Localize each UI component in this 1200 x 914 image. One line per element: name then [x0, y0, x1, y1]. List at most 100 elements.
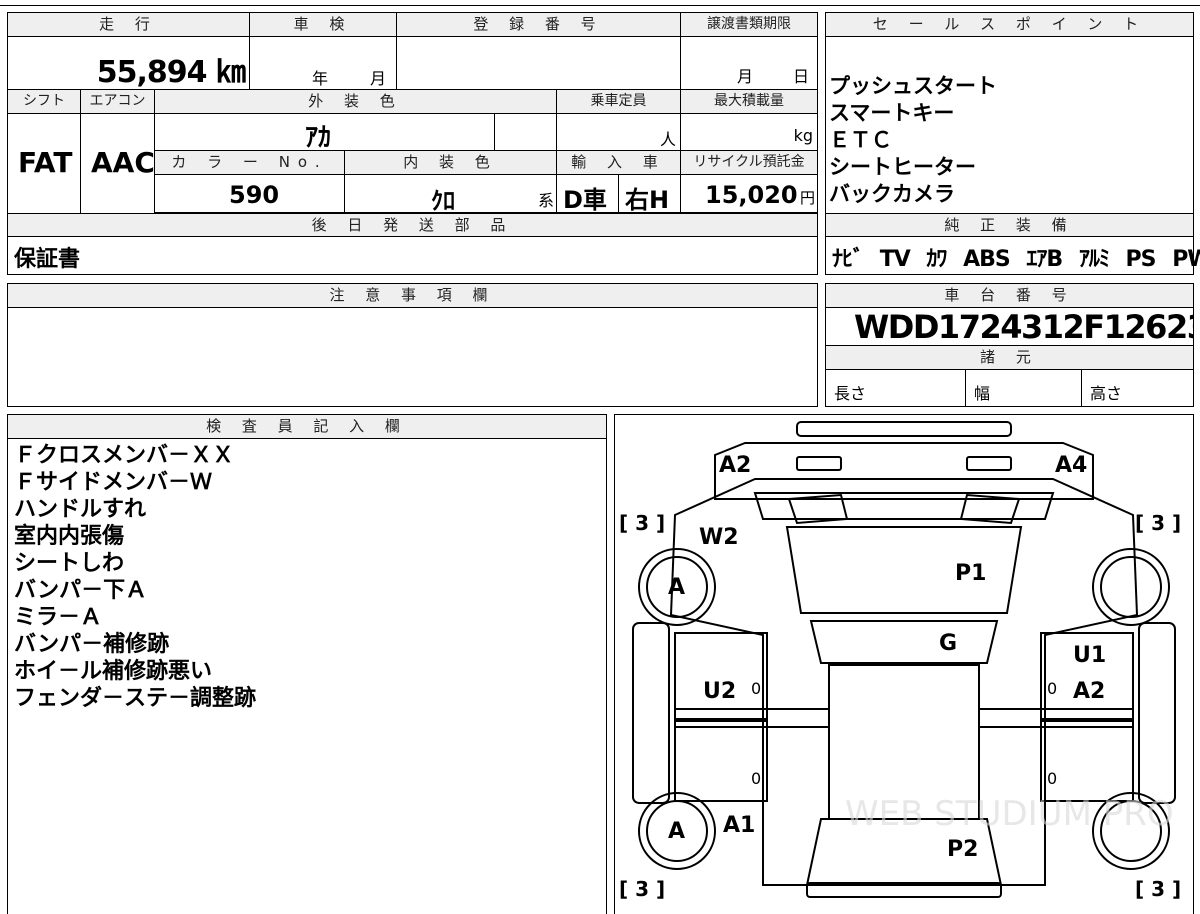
spec-height: 高さ — [1090, 384, 1123, 403]
interior-value: ｸﾛ — [431, 187, 455, 213]
car-diagram-box: WEB STUDIUM PRO A2 A4 W2 P1 G U1 U2 A2 A… — [614, 414, 1194, 914]
label-tire-front-right: [ 3 ] — [1135, 511, 1182, 535]
capacity-unit: 人 — [659, 130, 676, 149]
capacity-cell: 人 — [557, 114, 681, 151]
label-u2: U2 — [703, 679, 737, 704]
sales-point: プッシュスタート — [829, 74, 997, 98]
shift-value: FAT — [18, 146, 73, 179]
label-tire-rear-right: [ 3 ] — [1135, 877, 1182, 901]
import-d-value: D車 — [563, 186, 607, 213]
import-header: 輸 入 車 — [557, 151, 681, 175]
equipment-item: ﾅﾋﾞ — [832, 247, 864, 272]
sales-list: プッシュスタート スマートキー ＥＴＣ シートヒーター バックカメラ — [829, 73, 997, 208]
interior-cell: ｸﾛ 系 — [345, 175, 557, 213]
transfer-header: 譲渡書類期限 — [681, 13, 817, 37]
equipment-item: PW — [1172, 247, 1200, 272]
inspection-header: 車 検 — [250, 13, 397, 37]
label-tire-front-left: [ 3 ] — [619, 511, 666, 535]
spec-length: 長さ — [834, 384, 867, 403]
watermark: WEB STUDIUM PRO — [845, 794, 1174, 834]
colorno-header: カ ラ ー No. — [155, 151, 345, 175]
sales-point: シートヒーター — [829, 155, 976, 179]
chassis-cell: WDD1724312F126237 — [826, 308, 1193, 346]
label-p1: P1 — [955, 561, 987, 586]
equipment-item: ABS — [963, 247, 1011, 272]
front-lamp-left — [796, 456, 842, 471]
sales-point: ＥＴＣ — [829, 128, 892, 152]
left-rocker — [632, 622, 670, 804]
inspector-line: シートしわ — [14, 551, 125, 576]
recycle-header: リサイクル預託金 — [681, 151, 817, 175]
transfer-day: 日 — [793, 67, 810, 86]
summary-table: 走 行 車 検 登 録 番 号 譲渡書類期限 55,894 ㎞ 年 月 月 日 … — [7, 12, 818, 275]
transfer-cell: 月 日 — [681, 37, 817, 90]
equipment-list: ﾅﾋﾞ TV ｶﾜ ABS ｴｱB ｱﾙﾐ PS PW — [832, 241, 1200, 273]
notes-header: 注 意 事 項 欄 — [8, 284, 817, 308]
mileage-value: 55,894 ㎞ — [96, 55, 246, 90]
inspection-month: 月 — [370, 69, 387, 88]
sales-header: セ ー ル ス ポ イ ン ト — [826, 13, 1193, 37]
equipment-header: 純 正 装 備 — [826, 213, 1193, 237]
label-a2-right: A2 — [1073, 679, 1106, 704]
sales-points-box: セ ー ル ス ポ イ ン ト プッシュスタート スマートキー ＥＴＣ シートヒ… — [825, 12, 1200, 275]
load-header: 最大積載量 — [681, 90, 817, 114]
inspector-line: 室内内張傷 — [14, 524, 125, 549]
chassis-header: 車 台 番 号 — [826, 284, 1193, 308]
label-p2: P2 — [947, 837, 979, 862]
load-unit: kg — [793, 126, 813, 145]
inspection-year: 年 — [312, 69, 329, 88]
import-h-value: 右H — [625, 186, 670, 213]
front-body-outline — [714, 442, 1094, 500]
inspector-list: Ｆクロスメンバ－ＸＸ Ｆサイドメンバ－Ｗ ハンドルすれ 室内内張傷 シートしわ … — [14, 442, 256, 712]
spec-height-cell: 高さ — [1082, 370, 1193, 406]
aircon-cell: AAC — [81, 114, 155, 213]
exterior-value: ｱｶ — [305, 123, 332, 151]
equipment-item: PS — [1125, 247, 1157, 272]
sales-point: スマートキー — [829, 101, 955, 125]
load-cell: kg — [681, 114, 817, 151]
import-h-cell: 右H — [619, 175, 681, 213]
interior-header: 内 装 色 — [345, 151, 557, 175]
exterior-header: 外 装 色 — [155, 90, 557, 114]
later-cell: 保証書 — [8, 237, 817, 274]
shift-cell: FAT — [8, 114, 81, 213]
equipment-item: ｶﾜ — [926, 247, 947, 272]
front-lamp-right — [966, 456, 1012, 471]
inspector-line: ミラ－Ａ — [14, 605, 103, 630]
capacity-header: 乗車定員 — [557, 90, 681, 114]
notes-box: 注 意 事 項 欄 — [7, 283, 818, 407]
recycle-value: 15,020 — [705, 181, 798, 209]
right-rocker — [1138, 622, 1176, 804]
inspector-line: ホイ－ル補修跡悪い — [14, 659, 213, 684]
inspector-line: バンパ－補修跡 — [14, 632, 170, 657]
sales-point: バックカメラ — [829, 182, 955, 206]
label-g: G — [939, 631, 958, 656]
label-a2-front-left: A2 — [719, 453, 752, 478]
top-partial-frame — [0, 0, 1200, 6]
exterior-extra-cell — [495, 114, 557, 151]
wheel-front-right — [1092, 548, 1170, 626]
spec-length-cell: 長さ — [826, 370, 966, 406]
label-w2: W2 — [699, 525, 739, 550]
transfer-month: 月 — [737, 67, 754, 86]
label-wheel-rear-left: A — [668, 819, 686, 844]
registration-cell — [397, 37, 681, 90]
later-header: 後 日 発 送 部 品 — [8, 213, 817, 237]
inspector-header: 検 査 員 記 入 欄 — [8, 415, 606, 439]
inspector-line: バンパ－下Ａ — [14, 578, 148, 603]
mileage-header: 走 行 — [8, 13, 250, 37]
equipment-item: ｱﾙﾐ — [1078, 247, 1110, 272]
chassis-value: WDD1724312F126237 — [854, 308, 1193, 346]
recycle-unit: 円 — [799, 189, 815, 207]
hood-panel — [753, 492, 1055, 520]
interior-suffix: 系 — [537, 191, 554, 210]
exterior-cell: ｱｶ — [155, 114, 495, 151]
label-wheel-front-left: A — [668, 575, 686, 600]
equipment-item: ｴｱB — [1026, 247, 1063, 272]
label-zero: 0 — [1047, 679, 1058, 698]
inspection-cell: 年 月 — [250, 37, 397, 90]
import-d-cell: D車 — [557, 175, 619, 213]
label-a4-front-right: A4 — [1055, 453, 1088, 478]
aircon-value: AAC — [91, 146, 155, 179]
inspector-box: 検 査 員 記 入 欄 Ｆクロスメンバ－ＸＸ Ｆサイドメンバ－Ｗ ハンドルすれ … — [7, 414, 607, 914]
